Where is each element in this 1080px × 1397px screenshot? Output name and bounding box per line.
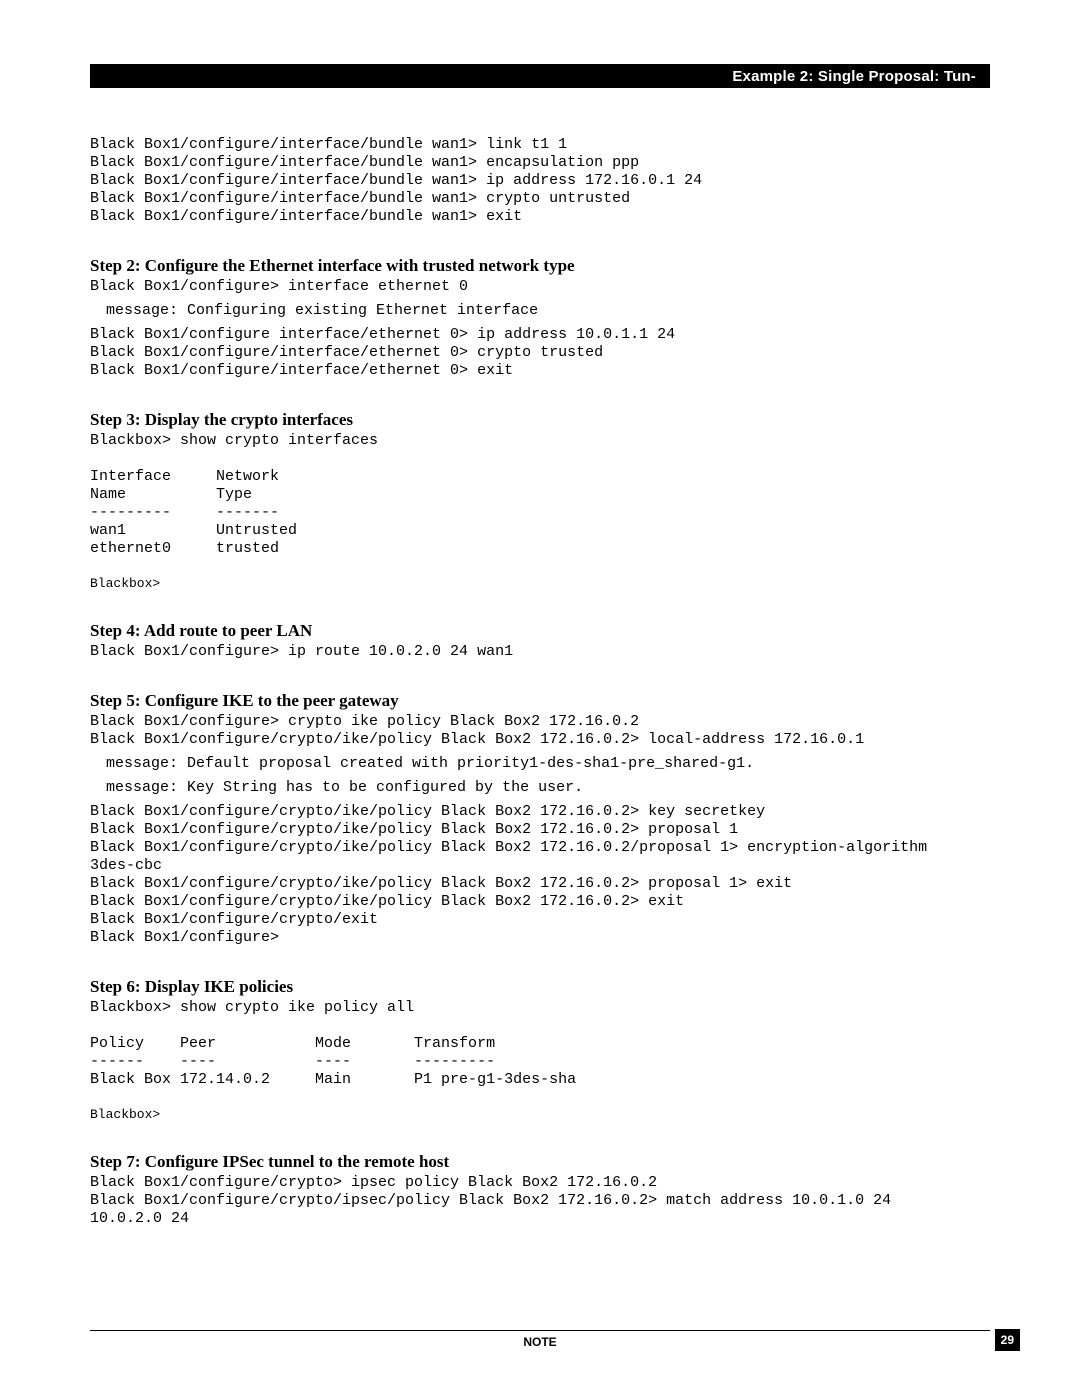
step5-message-2: message: Key String has to be configured… (106, 779, 990, 797)
intro-cli: Black Box1/configure/interface/bundle wa… (90, 136, 990, 226)
page-number: 29 (995, 1329, 1020, 1351)
step6-heading: Step 6: Display IKE policies (90, 977, 990, 997)
step7-cli: Black Box1/configure/crypto> ipsec polic… (90, 1174, 990, 1228)
step3-heading: Step 3: Display the crypto interfaces (90, 410, 990, 430)
step2-message: message: Configuring existing Ethernet i… (106, 302, 990, 320)
step6-cli: Blackbox> show crypto ike policy all Pol… (90, 999, 990, 1089)
step3-prompt: Blackbox> (90, 576, 990, 591)
step2-cli-a: Black Box1/configure> interface ethernet… (90, 278, 990, 296)
step5-heading: Step 5: Configure IKE to the peer gatewa… (90, 691, 990, 711)
step3-cli: Blackbox> show crypto interfaces Interfa… (90, 432, 990, 558)
step5-message-1: message: Default proposal created with p… (106, 755, 990, 773)
header-bar: Example 2: Single Proposal: Tun- (90, 64, 990, 88)
footer-note: NOTE (523, 1335, 556, 1349)
step2-heading: Step 2: Configure the Ethernet interface… (90, 256, 990, 276)
step6-prompt: Blackbox> (90, 1107, 990, 1122)
step4-cli: Black Box1/configure> ip route 10.0.2.0 … (90, 643, 990, 661)
step5-cli-b: Black Box1/configure/crypto/ike/policy B… (90, 803, 990, 947)
step7-heading: Step 7: Configure IPSec tunnel to the re… (90, 1152, 990, 1172)
page-container: Example 2: Single Proposal: Tun- Black B… (0, 0, 1080, 1308)
step2-cli-b: Black Box1/configure interface/ethernet … (90, 326, 990, 380)
page-footer: NOTE 29 (90, 1330, 990, 1349)
header-title: Example 2: Single Proposal: Tun- (732, 68, 976, 85)
step4-heading: Step 4: Add route to peer LAN (90, 621, 990, 641)
step5-cli-a: Black Box1/configure> crypto ike policy … (90, 713, 990, 749)
footer-rule (90, 1330, 990, 1331)
